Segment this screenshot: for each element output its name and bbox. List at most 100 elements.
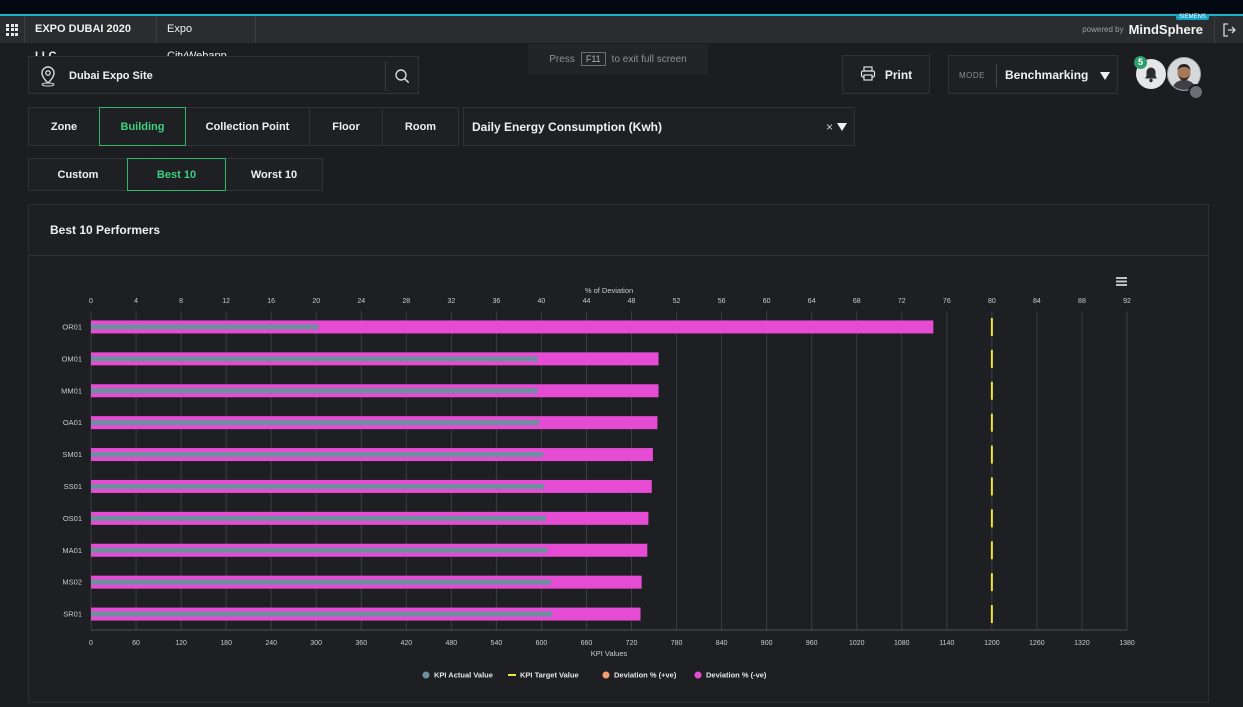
top-tick-label: 20	[312, 298, 320, 305]
brand-badge: SIEMENS	[1175, 14, 1209, 20]
app-name[interactable]: Expo CityWebapp	[156, 16, 256, 62]
top-strip	[0, 0, 1243, 14]
kpi-actual-bar	[91, 420, 540, 426]
bottom-tick-label: 780	[671, 640, 683, 647]
kpi-actual-bar	[91, 547, 548, 553]
print-label: Print	[884, 67, 913, 82]
bottom-tick-label: 1320	[1074, 640, 1090, 647]
kpi-select[interactable]: Daily Energy Consumption (Kwh) ×	[463, 107, 855, 146]
legend-symbol	[422, 671, 430, 679]
chart-menu-icon-line	[1116, 284, 1127, 286]
top-tick-label: 12	[222, 298, 230, 305]
tab-best-10[interactable]: Best 10	[127, 158, 226, 191]
bottom-tick-label: 1260	[1029, 640, 1045, 647]
location-selector[interactable]: Dubai Expo Site	[28, 56, 419, 94]
bottom-tick-label: 960	[806, 640, 818, 647]
mode-label: MODE	[959, 71, 985, 80]
bottom-tick-label: 300	[310, 640, 322, 647]
bottom-tick-label: 420	[400, 640, 412, 647]
category-label: SM01	[62, 450, 82, 459]
print-button[interactable]: Print	[842, 55, 930, 94]
fullscreen-hint-text: to exit full screen	[611, 53, 687, 65]
top-tick-label: 52	[673, 298, 681, 305]
legend-symbol	[602, 671, 610, 679]
top-bar: EXPO DUBAI 2020 LLC Expo CityWebapp powe…	[0, 14, 1243, 62]
location-label: Dubai Expo Site	[69, 70, 153, 82]
caret-down-icon[interactable]	[837, 123, 847, 131]
tab-worst-10[interactable]: Worst 10	[225, 158, 323, 191]
bottom-tick-label: 720	[626, 640, 638, 647]
mode-select[interactable]: MODE Benchmarking	[948, 55, 1118, 94]
location-divider	[385, 61, 386, 91]
clear-icon[interactable]: ×	[826, 108, 833, 147]
category-label: OS01	[63, 514, 82, 523]
chart-menu-icon-line	[1116, 280, 1127, 283]
fullscreen-hint-press: Press	[549, 53, 575, 65]
top-tick-label: 92	[1123, 298, 1131, 305]
bottom-tick-label: 1200	[984, 640, 1000, 647]
tab-floor[interactable]: Floor	[309, 107, 383, 146]
company-name[interactable]: EXPO DUBAI 2020 LLC	[24, 16, 156, 62]
top-tick-label: 28	[402, 298, 410, 305]
mode-divider	[996, 64, 997, 87]
chart-card: Best 10 Performers % of Deviation 0 4 8 12 16…	[28, 204, 1209, 703]
bottom-tick-label: 900	[761, 640, 773, 647]
top-tick-label: 56	[718, 298, 726, 305]
top-tick-label: 80	[988, 298, 996, 305]
category-label: OM01	[62, 354, 82, 363]
top-tick-label: 36	[492, 298, 500, 305]
chart-menu-icon[interactable]	[1116, 277, 1127, 286]
top-tick-label: 44	[583, 298, 591, 305]
mode-value: Benchmarking	[1005, 68, 1089, 82]
top-tick-label: 48	[628, 298, 636, 305]
bottom-tick-label: 660	[581, 640, 593, 647]
fullscreen-hint: Press F11 to exit full screen	[528, 44, 708, 74]
location-pin-icon	[38, 65, 58, 87]
top-tick-label: 64	[808, 298, 816, 305]
kpi-actual-bar	[91, 388, 538, 394]
app-launcher-icon[interactable]	[0, 16, 24, 43]
category-label: MA01	[62, 546, 82, 555]
category-label: SR01	[63, 610, 82, 619]
top-tick-label: 88	[1078, 298, 1086, 305]
bottom-tick-label: 480	[446, 640, 458, 647]
tab-room[interactable]: Room	[382, 107, 459, 146]
brand-name: MindSphere	[1128, 22, 1203, 37]
top-tick-label: 84	[1033, 298, 1041, 305]
bottom-tick-label: 600	[536, 640, 548, 647]
bottom-tick-label: 1380	[1119, 640, 1135, 647]
bottom-tick-label: 1020	[849, 640, 865, 647]
bottom-tick-label: 0	[89, 640, 93, 647]
tab-building[interactable]: Building	[99, 107, 186, 146]
legend-item: Deviation % (+ve)	[614, 671, 677, 680]
logout-icon[interactable]	[1214, 16, 1243, 43]
legend-item: Deviation % (-ve)	[706, 671, 767, 680]
bottom-tick-label: 180	[220, 640, 232, 647]
top-axis-title: % of Deviation	[585, 286, 633, 295]
kpi-actual-bar	[91, 452, 543, 458]
bottom-axis-title: KPI Values	[591, 649, 628, 658]
tab-collection-point[interactable]: Collection Point	[185, 107, 310, 146]
category-label: SS01	[64, 482, 82, 491]
caret-down-icon	[1100, 72, 1110, 80]
kpi-actual-bar	[91, 356, 538, 362]
top-tick-label: 76	[943, 298, 951, 305]
bottom-tick-label: 1140	[939, 640, 954, 647]
tab-zone[interactable]: Zone	[28, 107, 100, 146]
top-tick-label: 24	[357, 298, 365, 305]
category-label: MS02	[62, 578, 82, 587]
powered-by: powered by MindSphere SIEMENS	[1082, 14, 1209, 43]
category-label: OA01	[63, 418, 82, 427]
kpi-actual-bar	[91, 611, 552, 617]
kpi-actual-bar	[91, 483, 545, 489]
bottom-tick-label: 60	[132, 640, 140, 647]
notification-bell-icon[interactable]: 5	[1134, 56, 1166, 89]
bottom-tick-label: 360	[355, 640, 367, 647]
top-tick-label: 60	[763, 298, 771, 305]
top-tick-label: 16	[267, 298, 275, 305]
top-tick-label: 4	[134, 298, 138, 305]
fullscreen-hint-key: F11	[580, 52, 606, 66]
tab-custom[interactable]: Custom	[28, 158, 128, 191]
search-icon[interactable]	[391, 66, 413, 86]
top-tick-label: 72	[898, 298, 906, 305]
